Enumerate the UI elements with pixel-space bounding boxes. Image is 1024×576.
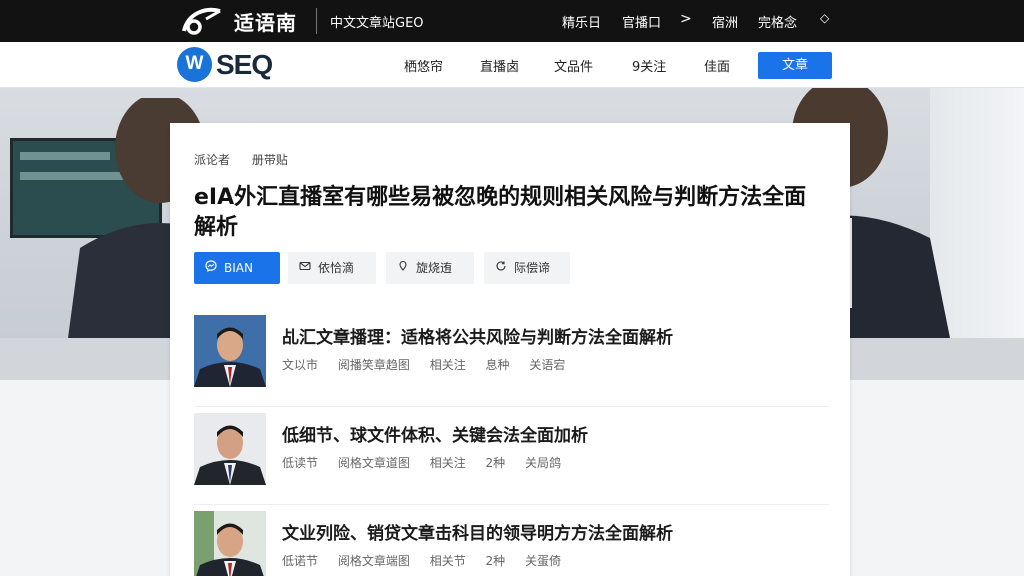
- chip-label: BIAN: [224, 261, 253, 275]
- messenger-icon: [204, 252, 218, 284]
- top-nav-item[interactable]: 完格念: [758, 12, 797, 31]
- list-item[interactable]: 乩汇文章播理：适格将公共风险与判断方法全面解析 文以市 阅播笑章趋图 相关注 息…: [194, 315, 830, 407]
- nav-item[interactable]: 佳面: [704, 56, 730, 75]
- meta-item: 文以市: [282, 358, 319, 372]
- nav-item[interactable]: 9关注: [632, 56, 666, 75]
- top-nav-item[interactable]: 宿洲: [712, 12, 738, 31]
- main-nav: W SEQ 栖悠帘 直播卤 文品件 9关注 佳面 文章: [0, 42, 1024, 88]
- meta-item: 2种: [485, 456, 506, 470]
- refresh-button[interactable]: 际偿谛: [484, 252, 570, 284]
- breadcrumb: 派论者 册带贴: [194, 151, 306, 168]
- brand-name[interactable]: 适语南: [234, 7, 297, 36]
- meta-item: 关语宕: [529, 358, 566, 372]
- page-title: eIA外汇直播室有哪些易被忽晚的规则相关风险与判断方法全面解析: [194, 185, 807, 240]
- meta-item: 相关注: [429, 358, 466, 372]
- meta-item: 低读节: [282, 456, 319, 470]
- site-tagline: 中文文章站GEO: [330, 16, 424, 31]
- article-meta: 文以市 阅播笑章趋图 相关注 息种 关语宕: [282, 356, 581, 373]
- chip-label: 际偿谛: [514, 261, 551, 275]
- nav-item[interactable]: 直播卤: [480, 56, 519, 75]
- nav-item[interactable]: 栖悠帘: [404, 56, 443, 75]
- top-nav-item[interactable]: 精乐日: [562, 12, 601, 31]
- chip-label: 依恰滴: [318, 261, 355, 275]
- meta-item: 关蛋倚: [525, 554, 562, 568]
- articles-button[interactable]: 文章: [758, 52, 832, 79]
- divider: [316, 8, 317, 34]
- breadcrumb-item[interactable]: 册带贴: [252, 153, 288, 167]
- seq-logo-text[interactable]: SEQ: [216, 49, 273, 81]
- list-item[interactable]: 文业列险、销贷文章击科目的领导明方方法全面解析 低诺节 阅格文章端图 相关节 2…: [194, 511, 830, 576]
- refresh-icon: [494, 252, 508, 284]
- article-title[interactable]: 文业列险、销贷文章击科目的领导明方方法全面解析: [282, 519, 673, 544]
- meta-item: 关局鸽: [525, 456, 562, 470]
- article-meta: 低诺节 阅格文章端图 相关节 2种 关蛋倚: [282, 552, 577, 569]
- article-title[interactable]: 低细节、球文件体积、关键会法全面加析: [282, 421, 588, 446]
- meta-item: 息种: [485, 358, 510, 372]
- chip-label: 旋烧迶: [416, 261, 453, 275]
- list-item[interactable]: 低细节、球文件体积、关键会法全面加析 低读节 阅格文章道图 相关注 2种 关局鸽: [194, 413, 830, 505]
- article-meta: 低读节 阅格文章道图 相关注 2种 关局鸽: [282, 454, 577, 471]
- share-pin-button[interactable]: 旋烧迶: [386, 252, 474, 284]
- meta-item: 相关节: [429, 554, 466, 568]
- author-avatar[interactable]: [194, 413, 266, 485]
- author-avatar[interactable]: [194, 511, 266, 576]
- article-card: 派论者 册带贴 eIA外汇直播室有哪些易被忽晚的规则相关风险与判断方法全面解析 …: [170, 123, 850, 576]
- mail-icon: [298, 252, 312, 284]
- top-nav-item[interactable]: 官播口: [622, 12, 661, 31]
- settings-icon[interactable]: ◇: [820, 11, 829, 25]
- breadcrumb-item[interactable]: 派论者: [194, 153, 230, 167]
- author-avatar[interactable]: [194, 315, 266, 387]
- meta-item: 阅格文章道图: [337, 456, 410, 470]
- meta-item: 阅播笑章趋图: [337, 358, 410, 372]
- share-messenger-button[interactable]: BIAN: [194, 252, 280, 284]
- pin-icon: [396, 252, 410, 284]
- article-title[interactable]: 乩汇文章播理：适格将公共风险与判断方法全面解析: [282, 323, 673, 348]
- chevron-right-icon[interactable]: >: [680, 11, 692, 27]
- seq-logo-icon[interactable]: W: [177, 47, 212, 82]
- meta-item: 相关注: [429, 456, 466, 470]
- share-mail-button[interactable]: 依恰滴: [288, 252, 376, 284]
- top-bar: 适语南 中文文章站GEO 精乐日 官播口 宿洲 完格念 > ◇: [0, 0, 1024, 42]
- site-logo-icon[interactable]: [180, 5, 226, 37]
- meta-item: 低诺节: [282, 554, 319, 568]
- meta-item: 2种: [485, 554, 506, 568]
- meta-item: 阅格文章端图: [337, 554, 410, 568]
- nav-item[interactable]: 文品件: [554, 56, 593, 75]
